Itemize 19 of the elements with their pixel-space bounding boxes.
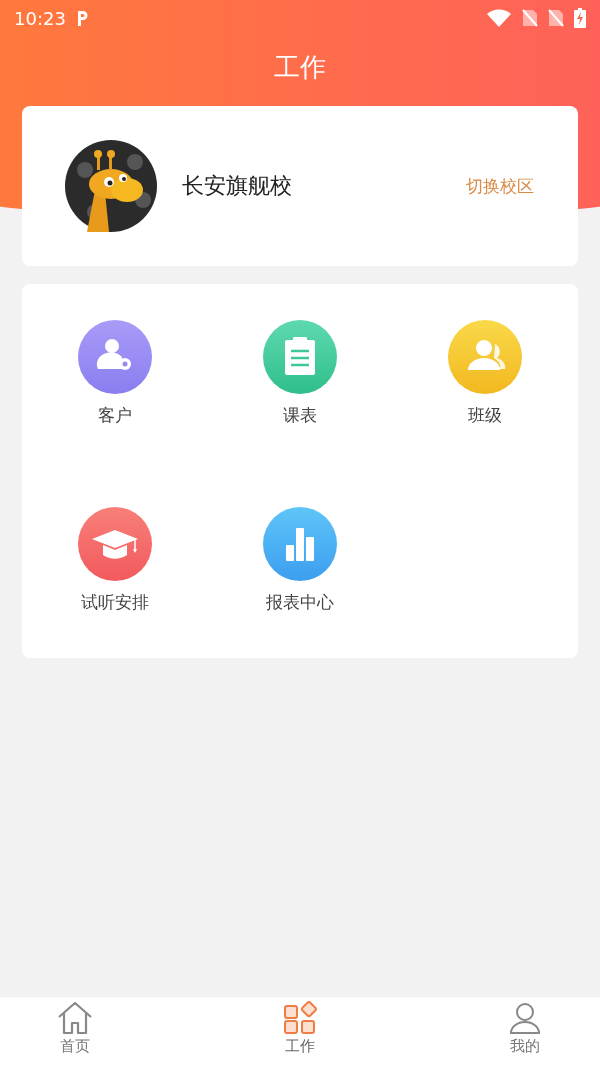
no-sim-icon: [522, 9, 538, 27]
parking-icon: [75, 9, 90, 27]
battery-charging-icon: [574, 8, 586, 28]
tab[interactable]: 我的: [485, 997, 565, 1067]
app-shortcut[interactable]: 试听安排: [22, 471, 208, 658]
grid-icon: [283, 1001, 317, 1035]
app-shortcut[interactable]: 班级: [392, 284, 578, 471]
person-icon: [508, 1001, 542, 1035]
app-shortcut[interactable]: 报表中心: [207, 471, 393, 658]
wifi-icon: [486, 9, 512, 27]
page-title: 工作: [274, 51, 326, 84]
status-time: 10:23: [14, 7, 66, 29]
tab[interactable]: 工作: [260, 997, 340, 1067]
app-shortcut[interactable]: 课表: [207, 284, 393, 471]
no-sim-icon: [548, 9, 564, 27]
app-shortcut[interactable]: 客户: [22, 284, 208, 471]
house-icon: [56, 1001, 94, 1035]
tab[interactable]: 首页: [35, 997, 115, 1067]
campus-name: 长安旗舰校: [182, 172, 292, 200]
